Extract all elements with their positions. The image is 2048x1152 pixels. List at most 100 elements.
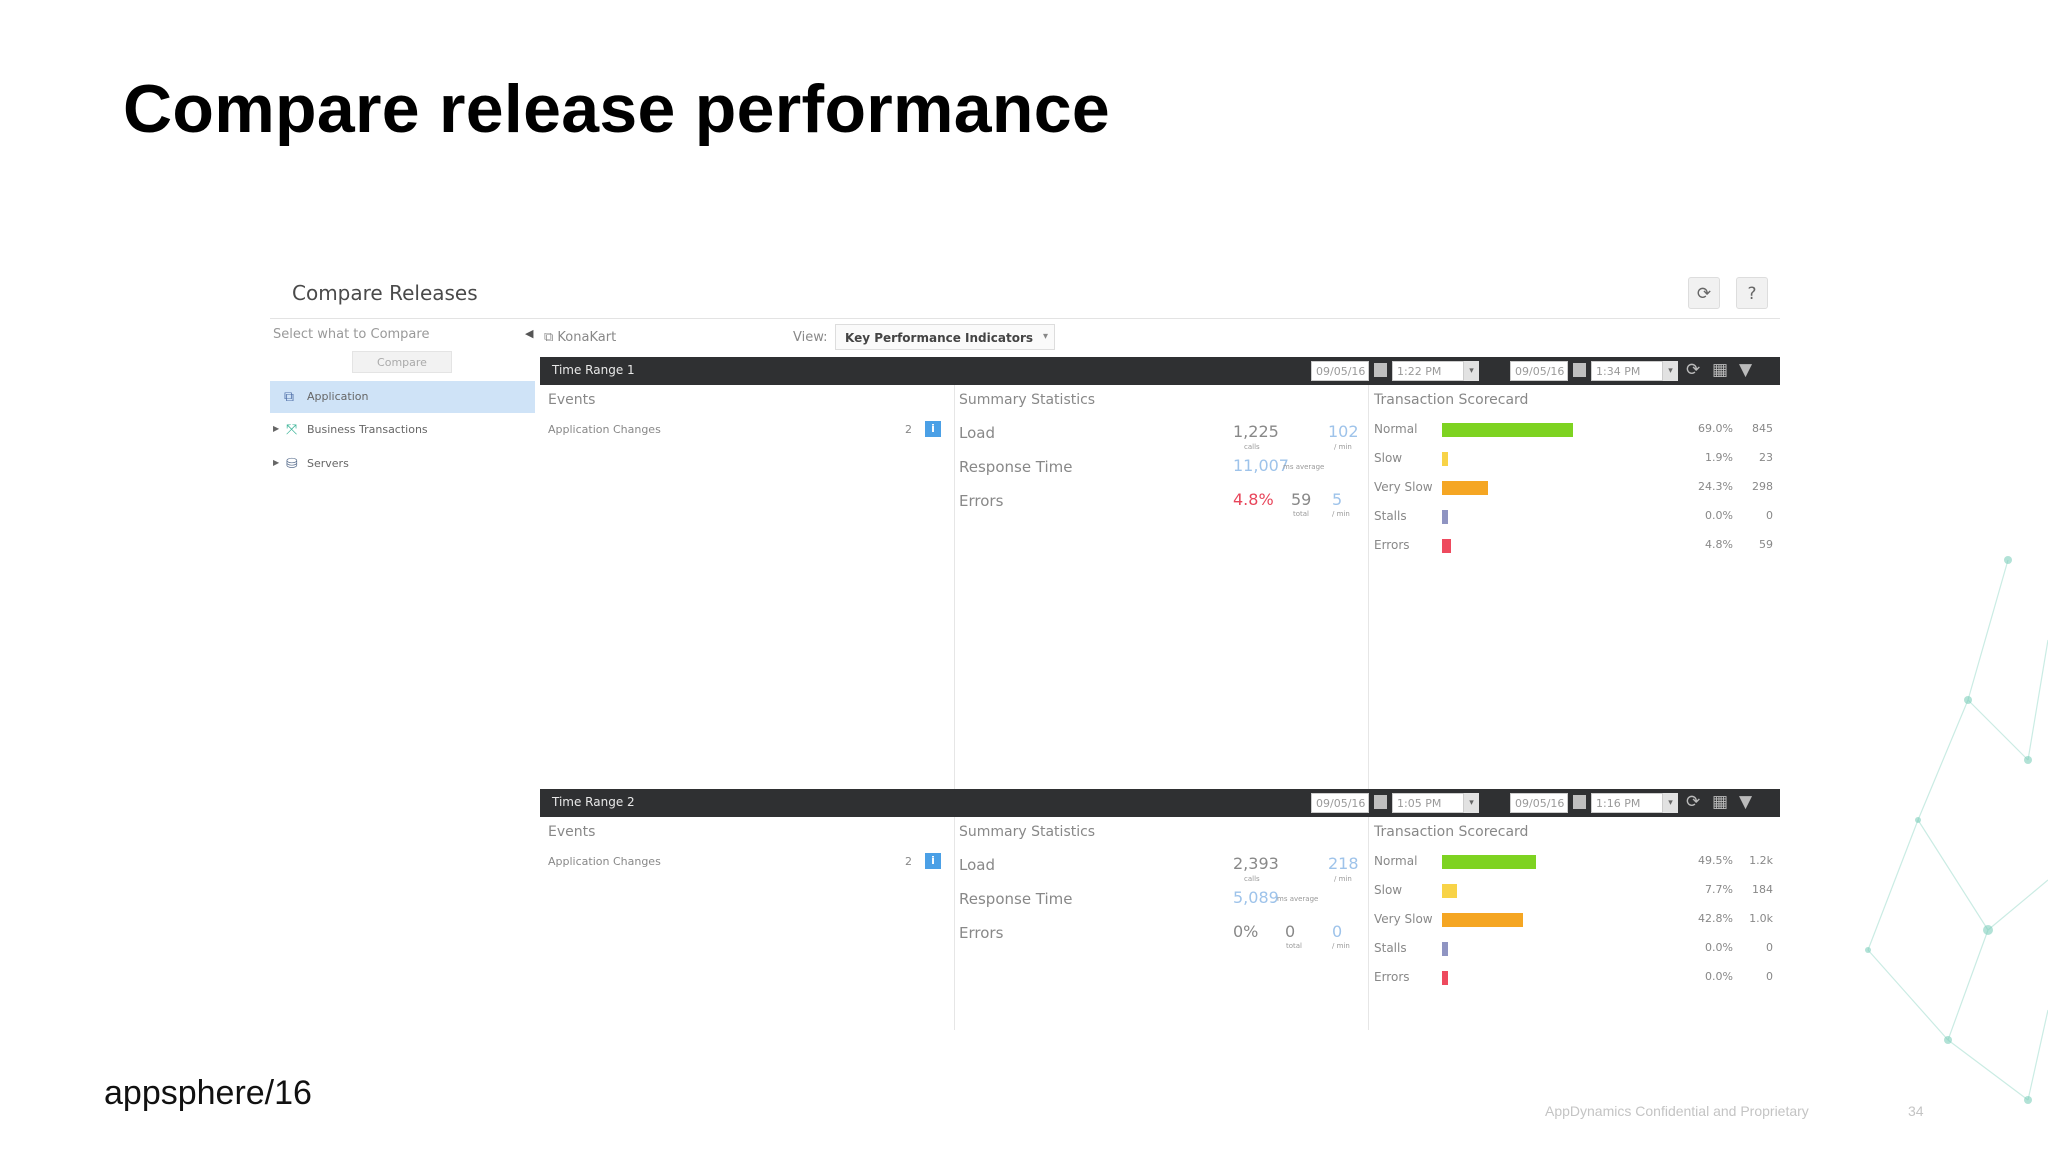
- view-label: View:: [793, 330, 828, 345]
- start-time-field[interactable]: 1:22 PM: [1392, 361, 1464, 381]
- event-name: Application Changes: [548, 855, 661, 868]
- scorecard-label: Stalls: [1374, 509, 1407, 523]
- tree-item-application[interactable]: ⧉ Application: [270, 381, 535, 413]
- scorecard-percent: 4.8%: [1705, 538, 1733, 551]
- scorecard-label: Very Slow: [1374, 480, 1433, 494]
- appsphere-logo: appsphere/16: [104, 1074, 312, 1112]
- time-range-label: Time Range 1: [552, 363, 635, 377]
- errors-per-min-unit: / min: [1332, 510, 1350, 518]
- compare-button[interactable]: Compare: [352, 351, 452, 373]
- errors-total: 59: [1291, 490, 1312, 509]
- load-per-min: 102: [1328, 422, 1359, 441]
- save-icon[interactable]: ▦: [1712, 792, 1728, 812]
- event-name: Application Changes: [548, 423, 661, 436]
- info-icon[interactable]: i: [925, 421, 941, 437]
- tree-item-label: Application: [307, 390, 369, 403]
- errors-total: 0: [1285, 922, 1296, 941]
- chevron-down-icon[interactable]: ▾: [1663, 793, 1678, 813]
- calendar-icon[interactable]: [1573, 363, 1586, 377]
- scorecard-percent: 1.9%: [1705, 451, 1733, 464]
- end-date-field[interactable]: 09/05/16: [1510, 361, 1568, 381]
- scorecard-bar-stalls[interactable]: [1442, 510, 1448, 524]
- load-calls: 1,225: [1233, 422, 1279, 441]
- scorecard-label: Errors: [1374, 970, 1410, 984]
- tree-item-business-transactions[interactable]: ▶ ⤧ Business Transactions: [270, 414, 535, 446]
- scorecard-percent: 0.0%: [1705, 509, 1733, 522]
- tree-item-label: Servers: [307, 457, 349, 470]
- business-transaction-icon: ⤧: [286, 422, 298, 438]
- scorecard-count: 845: [1752, 422, 1773, 435]
- scorecard-bar-very-slow[interactable]: [1442, 913, 1523, 927]
- chevron-down-icon[interactable]: ▾: [1464, 361, 1479, 381]
- column-divider: [1368, 385, 1369, 795]
- scorecard-count: 59: [1759, 538, 1773, 551]
- response-time-unit: ms average: [1277, 895, 1319, 903]
- scorecard-count: 1.2k: [1749, 854, 1773, 867]
- expand-arrow-icon[interactable]: ▶: [273, 458, 279, 467]
- chevron-down-icon[interactable]: ▾: [1464, 793, 1479, 813]
- scorecard-percent: 69.0%: [1698, 422, 1733, 435]
- load-label: Load: [959, 856, 995, 874]
- scorecard-bar-slow[interactable]: [1442, 884, 1457, 898]
- errors-per-min-unit: / min: [1332, 942, 1350, 950]
- response-time-value: 11,007: [1233, 456, 1289, 475]
- scorecard-label: Normal: [1374, 422, 1418, 436]
- collapse-sidebar-icon[interactable]: ◀: [525, 327, 533, 340]
- help-button[interactable]: ?: [1736, 277, 1768, 309]
- refresh-icon[interactable]: ⟳: [1686, 792, 1700, 812]
- select-compare-label: Select what to Compare: [273, 327, 430, 342]
- application-icon: ⧉: [544, 330, 558, 345]
- response-time-label: Response Time: [959, 890, 1073, 908]
- scorecard-percent: 7.7%: [1705, 883, 1733, 896]
- scorecard-count: 23: [1759, 451, 1773, 464]
- chevron-down-icon[interactable]: ▼: [1739, 792, 1752, 812]
- calendar-icon[interactable]: [1374, 795, 1387, 809]
- events-heading: Events: [548, 824, 596, 840]
- calendar-icon[interactable]: [1374, 363, 1387, 377]
- calendar-icon[interactable]: [1573, 795, 1586, 809]
- load-calls-unit: calls: [1244, 875, 1260, 883]
- start-date-field[interactable]: 09/05/16: [1311, 793, 1369, 813]
- scorecard-bar-errors[interactable]: [1442, 539, 1451, 553]
- event-count: 2: [905, 423, 912, 436]
- chevron-down-icon[interactable]: ▼: [1739, 360, 1752, 380]
- scorecard-bar-normal[interactable]: [1442, 855, 1536, 869]
- end-time-field[interactable]: 1:16 PM: [1591, 793, 1663, 813]
- scorecard-bar-errors[interactable]: [1442, 971, 1448, 985]
- expand-arrow-icon[interactable]: ▶: [273, 424, 279, 433]
- scorecard-bar-normal[interactable]: [1442, 423, 1573, 437]
- time-range-bar: Time Range 1 09/05/16 1:22 PM ▾ 09/05/16…: [540, 357, 1780, 385]
- start-date-field[interactable]: 09/05/16: [1311, 361, 1369, 381]
- tree-item-servers[interactable]: ▶ ⛁ Servers: [270, 448, 535, 480]
- scorecard-bar-very-slow[interactable]: [1442, 481, 1488, 495]
- response-time-unit: ms average: [1283, 463, 1325, 471]
- info-icon[interactable]: i: [925, 853, 941, 869]
- view-select[interactable]: Key Performance Indicators ▾: [835, 324, 1055, 350]
- end-time-field[interactable]: 1:34 PM: [1591, 361, 1663, 381]
- app-header: Compare Releases ⟳ ?: [270, 268, 1780, 319]
- event-count: 2: [905, 855, 912, 868]
- scorecard-percent: 0.0%: [1705, 970, 1733, 983]
- refresh-icon[interactable]: ⟳: [1686, 360, 1700, 380]
- chevron-down-icon[interactable]: ▾: [1663, 361, 1678, 381]
- scorecard-label: Stalls: [1374, 941, 1407, 955]
- app-selector[interactable]: ⧉ KonaKart: [544, 330, 616, 345]
- errors-total-unit: total: [1293, 510, 1310, 518]
- end-date-field[interactable]: 09/05/16: [1510, 793, 1568, 813]
- scorecard-count: 1.0k: [1749, 912, 1773, 925]
- app-name: KonaKart: [557, 330, 617, 345]
- view-value: Key Performance Indicators: [845, 331, 1033, 345]
- servers-icon: ⛁: [286, 456, 298, 472]
- refresh-button[interactable]: ⟳: [1688, 277, 1720, 309]
- errors-percent: 0%: [1233, 922, 1259, 941]
- scorecard-bar-stalls[interactable]: [1442, 942, 1448, 956]
- transaction-scorecard-heading: Transaction Scorecard: [1374, 392, 1529, 408]
- save-icon[interactable]: ▦: [1712, 360, 1728, 380]
- toolbar: ⧉ KonaKart View: Key Performance Indicat…: [540, 319, 1780, 357]
- time-range-1: Time Range 1 09/05/16 1:22 PM ▾ 09/05/16…: [540, 357, 1780, 795]
- scorecard-bar-slow[interactable]: [1442, 452, 1448, 466]
- page-number: 34: [1908, 1103, 1924, 1119]
- compare-releases-app: Compare Releases ⟳ ? Select what to Comp…: [270, 268, 1780, 1030]
- start-time-field[interactable]: 1:05 PM: [1392, 793, 1464, 813]
- scorecard-label: Slow: [1374, 451, 1403, 465]
